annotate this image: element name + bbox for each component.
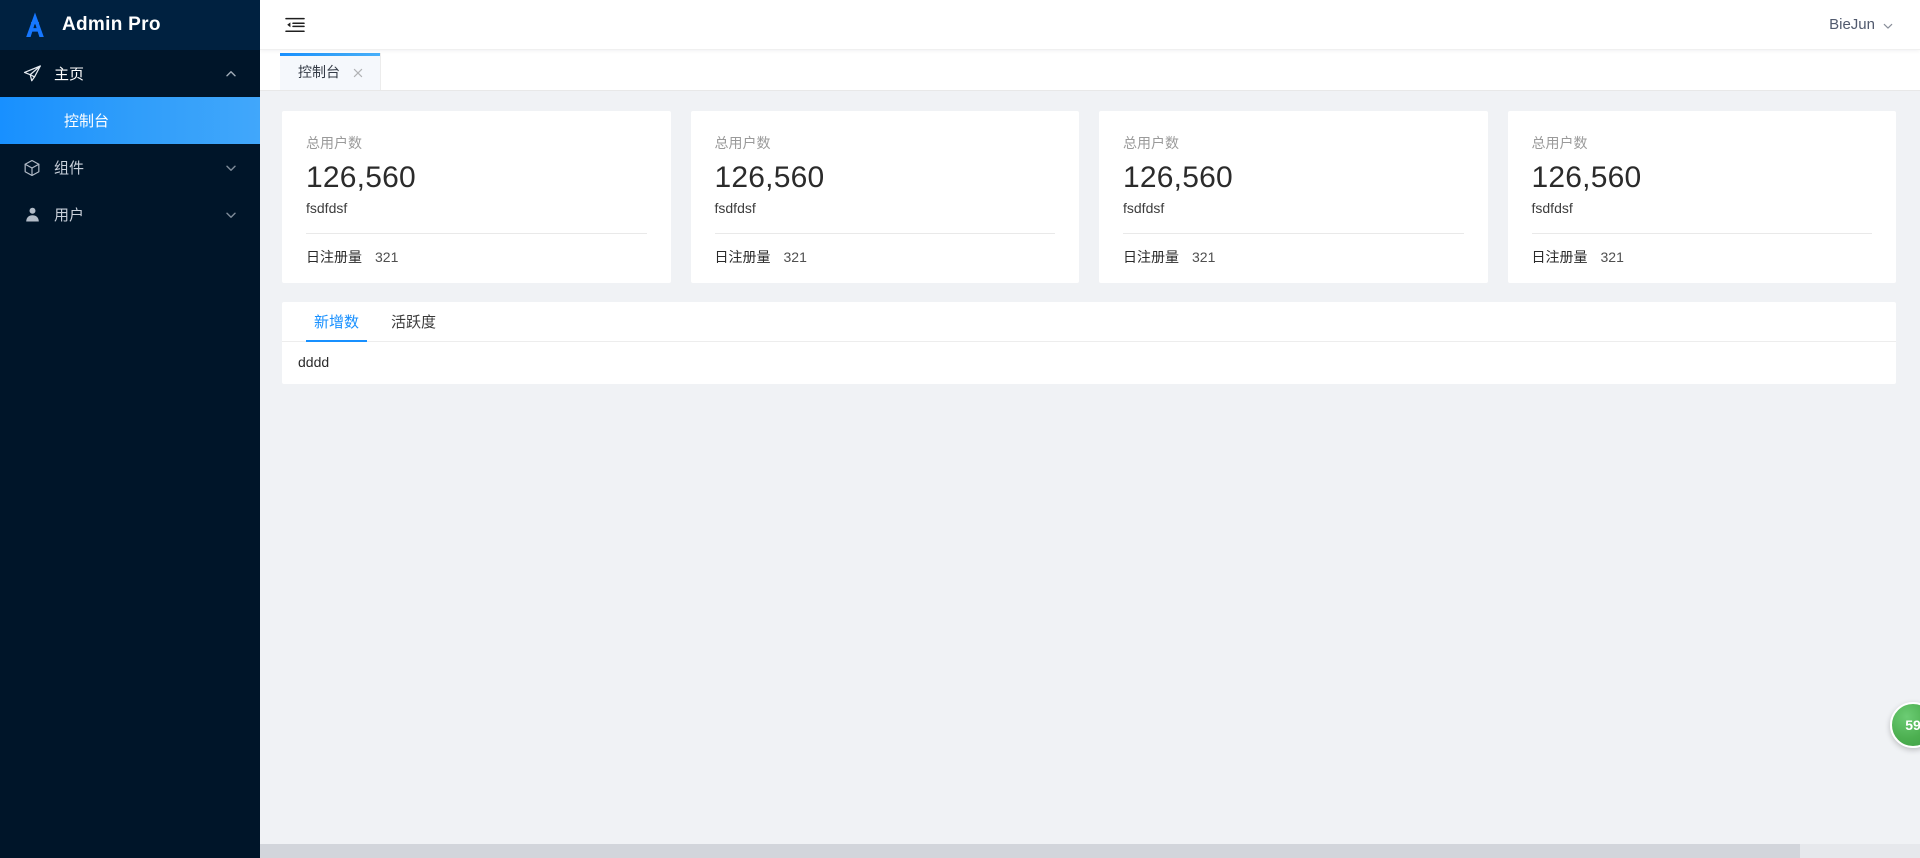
stat-card-title: 总用户数 <box>1123 135 1179 151</box>
stat-card-footer-value: 321 <box>1192 248 1216 265</box>
tab-activity-label: 活跃度 <box>391 313 437 331</box>
sidebar-item-dashboard-label: 控制台 <box>64 113 110 130</box>
stat-card-footer-value: 321 <box>1600 248 1624 265</box>
stat-card-value: 126,560 <box>1531 161 1642 194</box>
topbar: BieJun <box>260 0 1920 50</box>
stat-card-value: 126,560 <box>714 161 825 194</box>
chart-panel-tabs: 新增数 活跃度 <box>282 302 1896 342</box>
sidebar-logo-text: Admin Pro <box>62 14 161 35</box>
stat-card-subtitle: fsdfdsf <box>1123 199 1165 216</box>
floating-score-value: 59 <box>1905 717 1920 733</box>
stat-card-value: 126,560 <box>306 161 416 194</box>
page-tab-dashboard[interactable]: 控制台 <box>280 53 381 90</box>
stat-card-title: 总用户数 <box>1531 135 1588 151</box>
letter-a-logo-icon <box>26 12 44 37</box>
user-icon <box>22 205 42 225</box>
stat-card: 总用户数 126,560 fsdfdsf 日注册量 321 <box>1099 111 1488 283</box>
tab-new-count[interactable]: 新增数 <box>298 301 375 342</box>
stat-card: 总用户数 126,560 fsdfdsf 日注册量 321 <box>690 111 1079 283</box>
scrollbar-thumb[interactable] <box>260 844 1800 858</box>
stat-card-footer: 日注册量 321 <box>1532 247 1873 267</box>
sidebar-item-components-label: 组件 <box>54 160 85 177</box>
stat-card-footer: 日注册量 321 <box>1123 247 1464 267</box>
close-icon[interactable] <box>352 66 364 78</box>
sidebar: Admin Pro 主页 控制台 组件 用户 <box>0 0 260 858</box>
stat-card-footer-value: 321 <box>375 248 399 265</box>
sidebar-item-components[interactable]: 组件 <box>0 144 260 191</box>
divider <box>306 232 647 234</box>
stat-card-subtitle: fsdfdsf <box>714 199 756 216</box>
stat-card-title: 总用户数 <box>714 135 771 151</box>
stat-card-value: 126,560 <box>1123 161 1233 194</box>
main-area: BieJun 控制台 总用户数 126,560 fsdfdsf 日注册量 321… <box>260 0 1920 858</box>
chart-panel: 新增数 活跃度 dddd <box>282 301 1896 384</box>
chevron-down-icon <box>224 161 238 175</box>
sidebar-item-users[interactable]: 用户 <box>0 191 260 238</box>
page-tabstrip: 控制台 <box>260 50 1920 91</box>
chevron-up-icon <box>224 67 238 81</box>
user-name: BieJun <box>1829 16 1875 33</box>
sidebar-item-home-label: 主页 <box>54 66 85 83</box>
stat-card-subtitle: fsdfdsf <box>306 199 348 216</box>
tab-new-count-label: 新增数 <box>314 313 360 331</box>
stat-cards-row: 总用户数 126,560 fsdfdsf 日注册量 321 总用户数 126,5… <box>282 111 1896 283</box>
page-tab-label: 控制台 <box>298 63 340 80</box>
sidebar-item-home[interactable]: 主页 <box>0 50 260 97</box>
stat-card-footer-label: 日注册量 <box>1123 248 1179 265</box>
divider <box>1123 232 1464 234</box>
sidebar-item-dashboard[interactable]: 控制台 <box>0 97 260 144</box>
stat-card: 总用户数 126,560 fsdfdsf 日注册量 321 <box>282 111 671 283</box>
stat-card: 总用户数 126,560 fsdfdsf 日注册量 321 <box>1507 111 1896 283</box>
stat-card-footer-value: 321 <box>783 248 807 265</box>
divider <box>1531 232 1872 234</box>
content-area: 总用户数 126,560 fsdfdsf 日注册量 321 总用户数 126,5… <box>260 91 1920 858</box>
sidebar-item-users-label: 用户 <box>54 207 85 224</box>
stat-card-footer: 日注册量 321 <box>715 247 1056 267</box>
stat-card-footer-label: 日注册量 <box>1531 248 1588 265</box>
stat-card-subtitle: fsdfdsf <box>1531 199 1573 216</box>
chart-panel-body: dddd <box>298 353 330 370</box>
sidebar-menu: 主页 控制台 组件 用户 <box>0 50 260 238</box>
stat-card-footer-label: 日注册量 <box>714 248 771 265</box>
chevron-down-icon <box>1882 19 1894 31</box>
stat-card-footer: 日注册量 321 <box>306 247 647 267</box>
tab-activity[interactable]: 活跃度 <box>375 301 452 341</box>
sidebar-submenu-home: 控制台 <box>0 97 260 144</box>
cube-icon <box>22 158 42 178</box>
chevron-down-icon <box>224 208 238 222</box>
horizontal-scrollbar[interactable] <box>260 844 1920 858</box>
sidebar-logo[interactable]: Admin Pro <box>0 0 260 50</box>
paper-plane-icon <box>22 64 42 84</box>
user-menu[interactable]: BieJun <box>1829 16 1896 33</box>
stat-card-footer-label: 日注册量 <box>306 248 362 265</box>
menu-fold-icon[interactable] <box>282 12 308 38</box>
divider <box>714 232 1055 234</box>
stat-card-title: 总用户数 <box>306 135 362 151</box>
app-root: Admin Pro 主页 控制台 组件 用户 BieJun 控制台 总用户数 1… <box>0 0 1920 858</box>
